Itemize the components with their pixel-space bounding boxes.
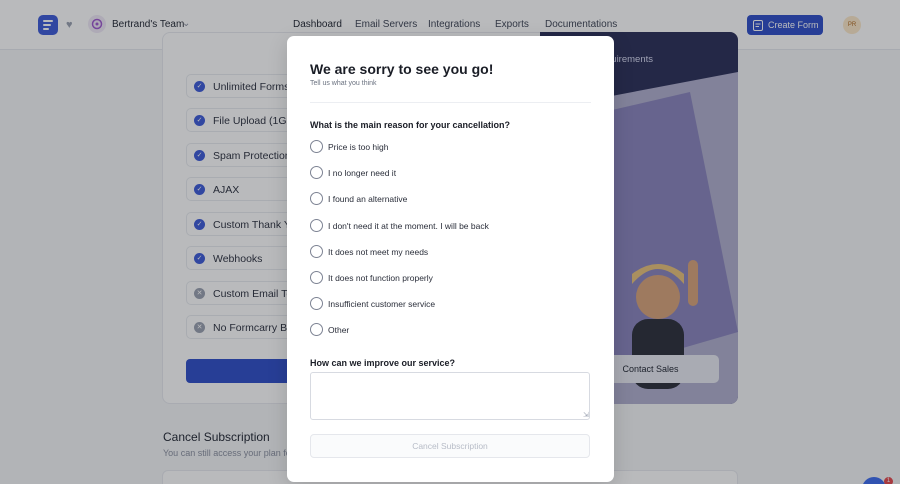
divider bbox=[310, 102, 591, 103]
radio-button[interactable] bbox=[310, 166, 323, 179]
reason-option[interactable]: Insufficient customer service bbox=[310, 297, 580, 311]
reason-option[interactable]: I found an alternative bbox=[310, 192, 580, 206]
reason-option[interactable]: I no longer need it bbox=[310, 166, 580, 180]
reason-option[interactable]: Other bbox=[310, 323, 580, 337]
radio-button[interactable] bbox=[310, 192, 323, 205]
reason-option-label[interactable]: Insufficient customer service bbox=[328, 298, 435, 310]
modal-subtitle: Tell us what you think bbox=[310, 80, 377, 87]
radio-button[interactable] bbox=[310, 297, 323, 310]
radio-button[interactable] bbox=[310, 219, 323, 232]
radio-button[interactable] bbox=[310, 323, 323, 336]
reason-option-label[interactable]: It does not function properly bbox=[328, 272, 433, 284]
reason-option-label[interactable]: I don't need it at the moment. I will be… bbox=[328, 220, 489, 232]
reason-option-label[interactable]: I no longer need it bbox=[328, 167, 396, 179]
reason-question: What is the main reason for your cancell… bbox=[310, 120, 511, 130]
cancellation-survey-modal: We are sorry to see you go! Tell us what… bbox=[287, 36, 614, 482]
radio-button[interactable] bbox=[310, 140, 323, 153]
improve-question: How can we improve our service? bbox=[310, 358, 456, 368]
reason-option[interactable]: Price is too high bbox=[310, 140, 580, 154]
reason-option-label[interactable]: I found an alternative bbox=[328, 193, 407, 205]
reason-option[interactable]: It does not function properly bbox=[310, 271, 580, 285]
radio-button[interactable] bbox=[310, 271, 323, 284]
cancel-subscription-button[interactable]: Cancel Subscription bbox=[310, 434, 590, 458]
reason-option[interactable]: It does not meet my needs bbox=[310, 245, 580, 259]
reason-option-label[interactable]: It does not meet my needs bbox=[328, 246, 428, 258]
reason-option[interactable]: I don't need it at the moment. I will be… bbox=[310, 219, 580, 233]
radio-button[interactable] bbox=[310, 245, 323, 258]
reason-option-label[interactable]: Other bbox=[328, 324, 349, 336]
modal-title: We are sorry to see you go! bbox=[310, 61, 494, 77]
reason-option-label[interactable]: Price is too high bbox=[328, 141, 388, 153]
feedback-textarea[interactable] bbox=[310, 372, 590, 420]
